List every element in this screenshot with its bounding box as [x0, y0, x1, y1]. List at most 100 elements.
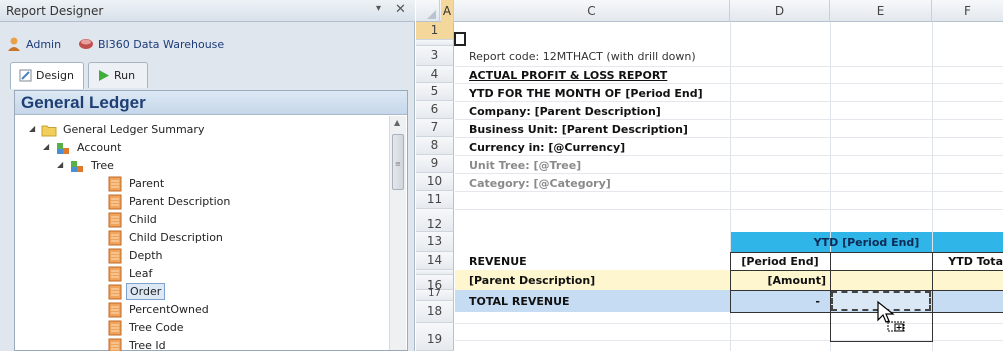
tree-node-label: General Ledger Summary — [63, 123, 205, 136]
row-header[interactable]: 17 — [416, 289, 454, 301]
cell-d14[interactable]: [Amount] — [734, 274, 826, 287]
column-header-d[interactable]: D — [730, 0, 830, 22]
row-header[interactable]: 8 — [416, 137, 454, 155]
cell-c16[interactable]: TOTAL REVENUE — [469, 295, 727, 308]
grid-line — [455, 101, 1003, 102]
column-header-a[interactable]: A — [441, 0, 454, 22]
tree-node-label: Parent Description — [129, 195, 231, 208]
row-header[interactable]: 4 — [416, 66, 454, 83]
tree-node-general-ledger-summary[interactable]: ◢ General Ledger Summary — [15, 121, 385, 139]
cell-f13[interactable]: YTD Tota — [936, 255, 1003, 268]
cell-c7[interactable]: Business Unit: [Parent Description] — [469, 123, 727, 136]
tree-node-account[interactable]: ◢ Account — [15, 139, 385, 157]
cell-e12[interactable]: YTD [Period End] — [730, 236, 1003, 249]
field-icon — [108, 302, 122, 318]
row-header[interactable]: 1 — [416, 22, 454, 40]
spreadsheet: A C D E F 1 3 4 5 6 7 8 9 10 11 12 13 14… — [416, 0, 1003, 351]
row-header[interactable]: 7 — [416, 119, 454, 137]
field-icon — [108, 248, 122, 264]
row-header[interactable]: 6 — [416, 101, 454, 119]
table-border — [932, 252, 933, 342]
user-label[interactable]: Admin — [26, 38, 61, 51]
scroll-up-icon[interactable]: ▲ — [394, 118, 400, 127]
tree-node-label: Child Description — [129, 231, 223, 244]
cell-d13[interactable]: [Period End] — [734, 255, 826, 268]
cell-c3[interactable]: Report code: 12MTHACT (with drill down) — [469, 50, 727, 63]
cell-c14[interactable]: [Parent Description] — [469, 274, 727, 287]
row-header[interactable]: 9 — [416, 155, 454, 173]
cell-c4[interactable]: ACTUAL PROFIT & LOSS REPORT — [469, 69, 727, 82]
grid-line — [455, 191, 1003, 192]
tree-field-child-description[interactable]: Child Description — [15, 229, 385, 247]
designer-tabs: Design Run — [10, 62, 410, 89]
row-header[interactable]: 11 — [416, 191, 454, 209]
section-title: General Ledger — [21, 93, 146, 112]
cell-c9[interactable]: Unit Tree: [@Tree] — [469, 159, 727, 172]
play-icon — [99, 70, 109, 81]
row-header[interactable]: 12 — [416, 209, 454, 232]
close-icon[interactable]: ✕ — [395, 2, 406, 17]
column-headers: A C D E F — [416, 0, 1003, 22]
grid-line — [455, 83, 1003, 84]
tab-design[interactable]: Design — [10, 62, 84, 89]
tree-node-label: Parent — [129, 177, 165, 190]
cell-d16[interactable]: - — [734, 295, 820, 308]
column-header-e[interactable]: E — [830, 0, 932, 22]
row-header[interactable]: 18 — [416, 301, 454, 323]
expander-icon[interactable]: ◢ — [29, 124, 35, 133]
expander-icon[interactable]: ◢ — [57, 160, 63, 169]
active-cell-a1[interactable] — [454, 32, 466, 46]
section-header: General Ledger — [15, 91, 407, 115]
report-designer-panel: Report Designer ▾ ✕ Admin BI360 Data War… — [0, 0, 415, 351]
tree-field-order[interactable]: Order — [15, 283, 385, 301]
row-header[interactable]: 13 — [416, 232, 454, 252]
expander-icon[interactable]: ◢ — [43, 142, 49, 151]
column-header-c[interactable]: C — [454, 0, 730, 22]
row-header[interactable]: 19 — [416, 323, 454, 351]
panel-titlebar: Report Designer ▾ ✕ — [0, 0, 415, 22]
table-border — [730, 252, 731, 312]
field-icon — [108, 212, 122, 228]
tree-field-depth[interactable]: Depth — [15, 247, 385, 265]
database-icon — [79, 39, 93, 49]
tree-node-label: Order — [126, 283, 166, 300]
tree-node-label: Tree Id — [129, 339, 166, 351]
field-icon — [108, 230, 122, 246]
tree-field-leaf[interactable]: Leaf — [15, 265, 385, 283]
cell-c10[interactable]: Category: [@Category] — [469, 177, 727, 190]
row-header[interactable]: 5 — [416, 83, 454, 101]
row-header[interactable]: 10 — [416, 173, 454, 191]
tree-field-parent[interactable]: Parent — [15, 175, 385, 193]
panel-menu-icon[interactable]: ▾ — [376, 3, 381, 14]
cell-c13[interactable]: REVENUE — [469, 255, 727, 268]
dimension-icon — [71, 161, 83, 172]
cell-c8[interactable]: Currency in: [@Currency] — [469, 141, 727, 154]
field-icon — [108, 266, 122, 282]
cell-c5[interactable]: YTD FOR THE MONTH OF [Period End] — [469, 87, 727, 100]
tree-field-tree-id[interactable]: Tree Id — [15, 337, 385, 351]
tree-node-tree[interactable]: ◢ Tree — [15, 157, 385, 175]
select-all-corner[interactable] — [416, 0, 440, 22]
column-header-f[interactable]: F — [932, 0, 1003, 22]
data-source-label[interactable]: BI360 Data Warehouse — [98, 38, 224, 51]
tree-field-parent-description[interactable]: Parent Description — [15, 193, 385, 211]
user-icon — [8, 37, 20, 51]
field-icon — [108, 194, 122, 210]
tab-run[interactable]: Run — [88, 62, 148, 88]
dimension-icon — [57, 143, 69, 154]
tree-field-percentowned[interactable]: PercentOwned — [15, 301, 385, 319]
grid-line — [455, 119, 1003, 120]
tree-scrollbar[interactable]: ▲ ≡ — [389, 116, 406, 350]
tree-field-tree-code[interactable]: Tree Code — [15, 319, 385, 337]
field-icon — [108, 284, 122, 300]
field-icon — [108, 176, 122, 192]
tree-field-child[interactable]: Child — [15, 211, 385, 229]
row-header[interactable]: 14 — [416, 252, 454, 270]
grid-line — [455, 66, 1003, 67]
table-border — [730, 270, 1003, 271]
row-header[interactable]: 3 — [416, 46, 454, 66]
field-tree: General Ledger ◢ General Ledger Summary … — [14, 90, 408, 351]
cell-c6[interactable]: Company: [Parent Description] — [469, 105, 727, 118]
grip-icon: ≡ — [395, 160, 401, 168]
tree-node-label: Tree Code — [129, 321, 184, 334]
